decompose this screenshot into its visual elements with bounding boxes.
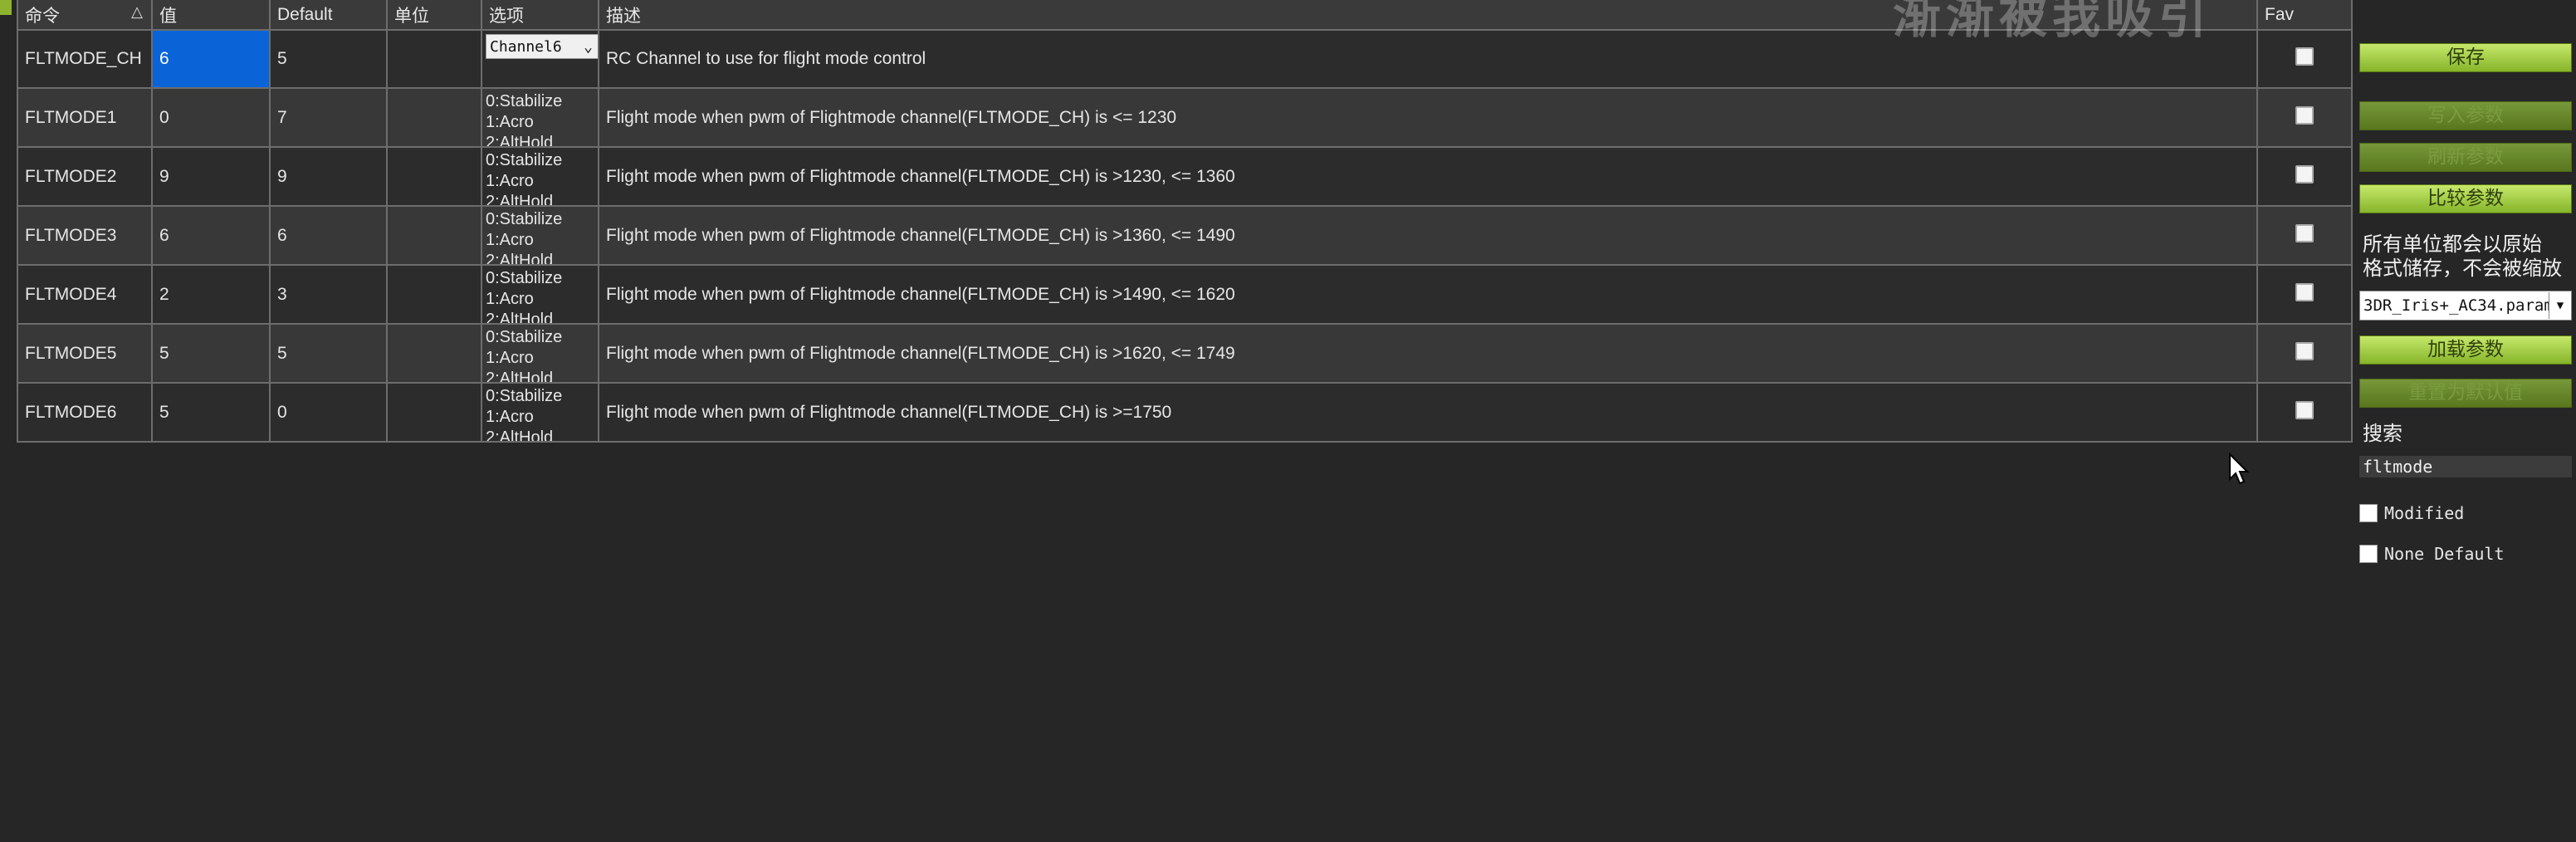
column-header-default[interactable]: Default — [269, 0, 388, 31]
param-command: FLTMODE4 — [17, 264, 153, 325]
param-file-select[interactable]: 3DR_Iris+_AC34.param ▼ — [2359, 291, 2572, 321]
options-list: 0:Stabilize 1:Acro 2:AltHold — [486, 210, 563, 264]
search-label: 搜索 — [2363, 422, 2402, 445]
param-units — [386, 87, 482, 148]
param-units — [386, 205, 482, 266]
chevron-down-icon[interactable]: ▼ — [2549, 292, 2571, 319]
load-params-button[interactable]: 加载参数 — [2359, 335, 2572, 365]
param-command: FLTMODE3 — [17, 205, 153, 266]
param-options[interactable]: 0:Stabilize 1:Acro 2:AltHold — [481, 264, 599, 325]
param-description: Flight mode when pwm of Flightmode chann… — [598, 323, 2258, 384]
param-command: FLTMODE2 — [17, 146, 153, 207]
modified-checkbox[interactable] — [2359, 504, 2378, 522]
param-default: 5 — [269, 29, 388, 89]
param-value-cell[interactable]: 5 — [151, 323, 271, 384]
fav-checkbox[interactable] — [2295, 164, 2314, 184]
param-default: 5 — [269, 323, 388, 384]
write-params-button[interactable]: 写入参数 — [2359, 101, 2572, 130]
column-header-units[interactable]: 单位 — [386, 0, 482, 31]
param-default: 7 — [269, 87, 388, 148]
param-row[interactable]: FLTMODE3 6 6 0:Stabilize 1:Acro 2:AltHold Fl… — [17, 205, 2353, 266]
param-value-cell[interactable]: 6 — [151, 205, 271, 266]
fav-checkbox[interactable] — [2295, 47, 2314, 66]
options-select-value: Channel6 — [490, 37, 562, 56]
column-header-options[interactable]: 选项 — [481, 0, 599, 31]
search-input[interactable]: fltmode — [2359, 456, 2572, 477]
none-default-checkbox[interactable] — [2359, 545, 2378, 563]
modified-label: Modified — [2384, 503, 2465, 523]
param-default: 9 — [269, 146, 388, 207]
param-command: FLTMODE5 — [17, 323, 153, 384]
column-header-fav[interactable]: Fav — [2256, 0, 2353, 31]
fav-checkbox[interactable] — [2295, 341, 2314, 360]
param-value-cell[interactable]: 0 — [151, 87, 271, 148]
param-description: Flight mode when pwm of Flightmode chann… — [598, 382, 2258, 443]
video-watermark: 渐渐被我吸引 — [1893, 0, 2212, 44]
param-row[interactable]: FLTMODE6 5 0 0:Stabilize 1:Acro 2:AltHold Fl… — [17, 382, 2353, 443]
options-list: 0:Stabilize 1:Acro 2:AltHold — [486, 92, 563, 146]
param-default: 3 — [269, 264, 388, 325]
chevron-down-icon: ⌄ — [584, 37, 593, 56]
param-description: Flight mode when pwm of Flightmode chann… — [598, 87, 2258, 148]
options-select[interactable]: Channel6 ⌄ — [486, 34, 597, 59]
fav-checkbox[interactable] — [2295, 223, 2314, 242]
param-default: 0 — [269, 382, 388, 443]
fav-checkbox[interactable] — [2295, 105, 2314, 125]
param-row[interactable]: FLTMODE1 0 7 0:Stabilize 1:Acro 2:AltHold Fl… — [17, 87, 2353, 148]
options-list: 0:Stabilize 1:Acro 2:AltHold — [486, 387, 563, 441]
param-row[interactable]: FLTMODE5 5 5 0:Stabilize 1:Acro 2:AltHold Fl… — [17, 323, 2353, 384]
param-description: Flight mode when pwm of Flightmode chann… — [598, 205, 2258, 266]
options-list: 0:Stabilize 1:Acro 2:AltHold — [486, 328, 563, 382]
param-description: Flight mode when pwm of Flightmode chann… — [598, 264, 2258, 325]
param-units — [386, 323, 482, 384]
param-fav[interactable] — [2256, 382, 2353, 443]
mouse-cursor-icon — [2229, 453, 2250, 485]
param-default: 6 — [269, 205, 388, 266]
options-list: 0:Stabilize 1:Acro 2:AltHold — [486, 151, 563, 205]
param-units — [386, 264, 482, 325]
reset-default-button[interactable]: 重置为默认值 — [2359, 379, 2572, 408]
column-header-command[interactable]: 命令 △ — [17, 0, 153, 31]
param-description: Flight mode when pwm of Flightmode chann… — [598, 146, 2258, 207]
modified-filter[interactable]: Modified — [2359, 503, 2464, 523]
fav-checkbox[interactable] — [2295, 282, 2314, 301]
param-options[interactable]: 0:Stabilize 1:Acro 2:AltHold — [481, 382, 599, 443]
param-options[interactable]: 0:Stabilize 1:Acro 2:AltHold — [481, 146, 599, 207]
compare-params-button[interactable]: 比较参数 — [2359, 184, 2572, 213]
param-units — [386, 29, 482, 89]
param-command: FLTMODE6 — [17, 382, 153, 443]
parameter-grid: 命令 △ 值 Default 单位 选项 描述 Fav FLTMODE_CH 6 5 C… — [17, 0, 2353, 443]
param-value-cell[interactable]: 2 — [151, 264, 271, 325]
column-chooser-handle[interactable] — [0, 0, 12, 15]
param-value-cell[interactable]: 6 — [151, 29, 271, 89]
units-note-line2: 格式储存，不会被缩放 — [2363, 257, 2562, 280]
refresh-params-button[interactable]: 刷新参数 — [2359, 143, 2572, 172]
sort-ascending-icon: △ — [131, 3, 143, 20]
param-options[interactable]: 0:Stabilize 1:Acro 2:AltHold — [481, 205, 599, 266]
param-options[interactable]: 0:Stabilize 1:Acro 2:AltHold — [481, 87, 599, 148]
param-command: FLTMODE_CH — [17, 29, 153, 89]
param-value-cell[interactable]: 5 — [151, 382, 271, 443]
param-options[interactable]: 0:Stabilize 1:Acro 2:AltHold — [481, 323, 599, 384]
fav-checkbox[interactable] — [2295, 400, 2314, 419]
none-default-filter[interactable]: None Default — [2359, 544, 2505, 564]
param-units — [386, 382, 482, 443]
param-fav[interactable] — [2256, 323, 2353, 384]
param-fav[interactable] — [2256, 205, 2353, 266]
param-command: FLTMODE1 — [17, 87, 153, 148]
param-value-cell[interactable]: 9 — [151, 146, 271, 207]
options-list: 0:Stabilize 1:Acro 2:AltHold — [486, 269, 563, 323]
param-fav[interactable] — [2256, 264, 2353, 325]
param-fav[interactable] — [2256, 29, 2353, 89]
none-default-label: None Default — [2384, 544, 2505, 564]
param-file-value: 3DR_Iris+_AC34.param — [2363, 296, 2549, 315]
save-button[interactable]: 保存 — [2359, 43, 2572, 72]
param-units — [386, 146, 482, 207]
param-options[interactable]: Channel6 ⌄ — [481, 29, 599, 89]
param-fav[interactable] — [2256, 87, 2353, 148]
column-header-value[interactable]: 值 — [151, 0, 271, 31]
param-fav[interactable] — [2256, 146, 2353, 207]
param-row[interactable]: FLTMODE2 9 9 0:Stabilize 1:Acro 2:AltHold Fl… — [17, 146, 2353, 207]
param-row[interactable]: FLTMODE4 2 3 0:Stabilize 1:Acro 2:AltHold Fl… — [17, 264, 2353, 325]
